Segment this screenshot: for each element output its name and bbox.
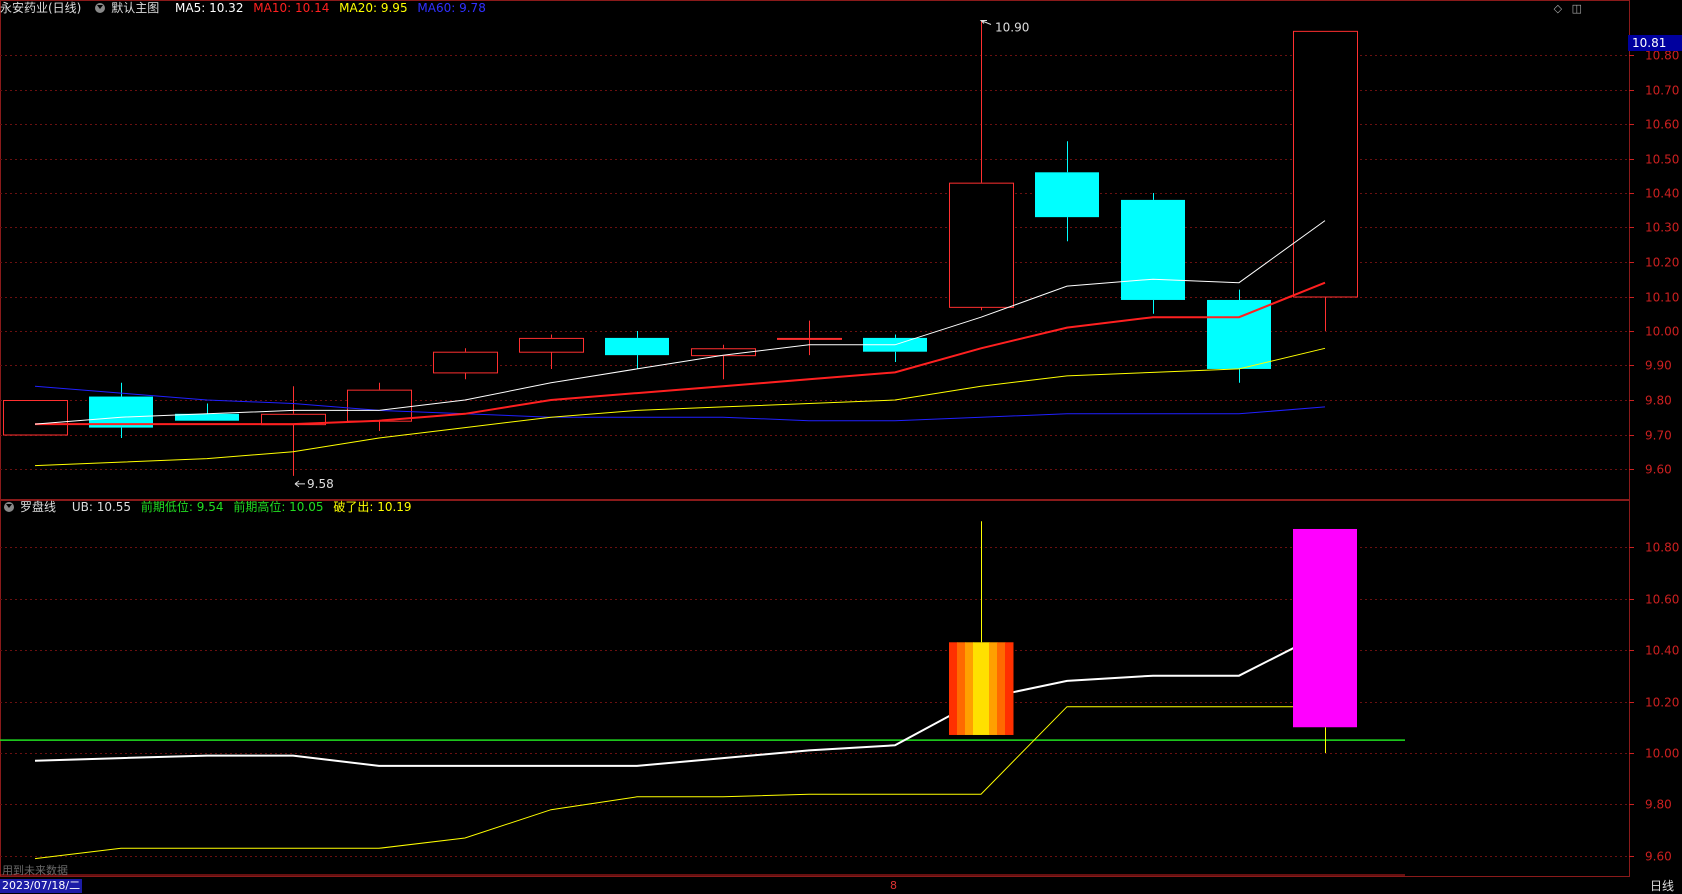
candle-body	[1293, 30, 1358, 298]
main-y-tick-label: 9.90	[1645, 359, 1672, 373]
ub-label: UB: 10.55	[71, 500, 132, 514]
candle-body	[1035, 172, 1099, 218]
candle	[3, 400, 68, 436]
yellow-line	[34, 706, 1325, 860]
annotation-arrow	[294, 480, 305, 488]
template-dropdown[interactable]: 默认主图	[91, 1, 165, 15]
candle-body	[89, 396, 153, 428]
main-y-tick-label: 10.00	[1645, 325, 1679, 339]
candle-body	[949, 182, 1014, 308]
sub-legend: 罗盘线 UB: 10.55 前期低位: 9.54 前期高位: 10.05 破了出…	[0, 499, 418, 515]
signal-bar-stripe	[997, 642, 1006, 735]
candle-body	[3, 400, 68, 436]
annotation-label: 10.90	[995, 21, 1029, 35]
sub-y-tick-label: 10.00	[1645, 747, 1679, 761]
signal-bar-stripe	[981, 642, 990, 735]
main-y-tick-label: 10.30	[1645, 221, 1679, 235]
signal-bar-stripe	[989, 642, 998, 735]
diamond-icon[interactable]: ◇	[1554, 2, 1562, 15]
signal-bar-stripe	[949, 642, 958, 735]
indicator-dropdown[interactable]: 罗盘线	[0, 500, 62, 514]
candle-body	[519, 337, 584, 353]
ma60-label: MA60: 9.78	[417, 1, 486, 15]
candle	[347, 382, 412, 432]
signal-bar-stripe	[1005, 642, 1014, 735]
signal-bar-stripe	[973, 642, 982, 735]
sub-y-tick-label: 9.60	[1645, 850, 1672, 864]
signal-bar	[949, 521, 1014, 735]
bottom-bar: 2023/07/18/二 8 日线	[0, 878, 1682, 894]
sub-frame	[0, 500, 1630, 877]
signal-bar-stripe	[957, 642, 966, 735]
candle	[175, 403, 239, 421]
indicator-title: 罗盘线	[20, 500, 57, 514]
prev-low-label: 前期低位: 9.54	[140, 500, 224, 514]
main-y-tick-label: 9.60	[1645, 463, 1672, 477]
candle-body	[777, 337, 842, 340]
main-y-tick-label: 10.50	[1645, 153, 1679, 167]
main-y-tick-label: 9.70	[1645, 429, 1672, 443]
break-out-label: 破了出: 10.19	[333, 500, 412, 514]
main-y-tick-label: 10.60	[1645, 118, 1679, 132]
last-price-tag: 10.81	[1628, 35, 1682, 51]
top-right-icons: ◇ ◫	[1548, 2, 1582, 15]
candle-body	[433, 351, 498, 374]
candle	[863, 334, 927, 363]
period-label[interactable]: 日线	[1650, 878, 1674, 894]
main-y-tick-label: 10.70	[1645, 84, 1679, 98]
dropdown-icon[interactable]	[95, 3, 106, 13]
white-line	[34, 631, 1326, 767]
future-data-note: 用到未来数据	[2, 864, 68, 877]
sub-y-tick-label: 9.80	[1645, 798, 1672, 812]
main-y-tick-label: 10.40	[1645, 187, 1679, 201]
stock-title[interactable]: 永安药业(日线)	[0, 1, 81, 15]
candle	[433, 348, 498, 380]
prev-high-label: 前期高位: 10.05	[233, 500, 324, 514]
candle	[605, 331, 669, 369]
dropdown-icon[interactable]	[4, 502, 14, 512]
panel-icon[interactable]: ◫	[1572, 2, 1582, 15]
signal-bar-stripe	[965, 642, 974, 735]
candle-body	[347, 389, 412, 422]
main-y-tick-label: 10.10	[1645, 291, 1679, 305]
candle	[777, 320, 842, 356]
candle-body	[1121, 199, 1185, 300]
month-marker: 8	[890, 879, 897, 892]
annotation-arrow	[979, 20, 992, 25]
template-label: 默认主图	[111, 1, 160, 15]
candle	[1293, 30, 1358, 331]
sub-y-tick-label: 10.40	[1645, 644, 1679, 658]
sub-y-tick-label: 10.80	[1645, 541, 1679, 555]
main-y-tick-label: 10.20	[1645, 256, 1679, 270]
candle	[1035, 141, 1099, 242]
candle	[1121, 193, 1185, 314]
ma10-label: MA10: 10.14	[253, 1, 330, 15]
candle	[261, 386, 326, 476]
signal-bar-body	[1293, 528, 1357, 728]
main-legend: 永安药业(日线) 默认主图 MA5: 10.32 MA10: 10.14 MA2…	[0, 0, 492, 16]
candle	[691, 344, 756, 380]
sub-y-tick-label: 10.20	[1645, 696, 1679, 710]
candle	[949, 20, 1014, 311]
ma20-label: MA20: 9.95	[339, 1, 408, 15]
ma5-label: MA5: 10.32	[175, 1, 244, 15]
signal-bar	[1293, 528, 1357, 753]
candle-body	[1207, 299, 1271, 369]
candle	[519, 334, 584, 369]
annotation-label: 9.58	[307, 477, 334, 491]
ma10-line	[35, 281, 1326, 426]
candle-body	[605, 337, 669, 356]
main-y-tick-label: 9.80	[1645, 394, 1672, 408]
sub-y-tick-label: 10.60	[1645, 593, 1679, 607]
chart-canvas[interactable]: 9.60 9.70 9.80 9.90 10.00 10.10 10.20 10.30 10.4…	[0, 0, 1682, 894]
date-cursor: 2023/07/18/二	[0, 879, 83, 893]
